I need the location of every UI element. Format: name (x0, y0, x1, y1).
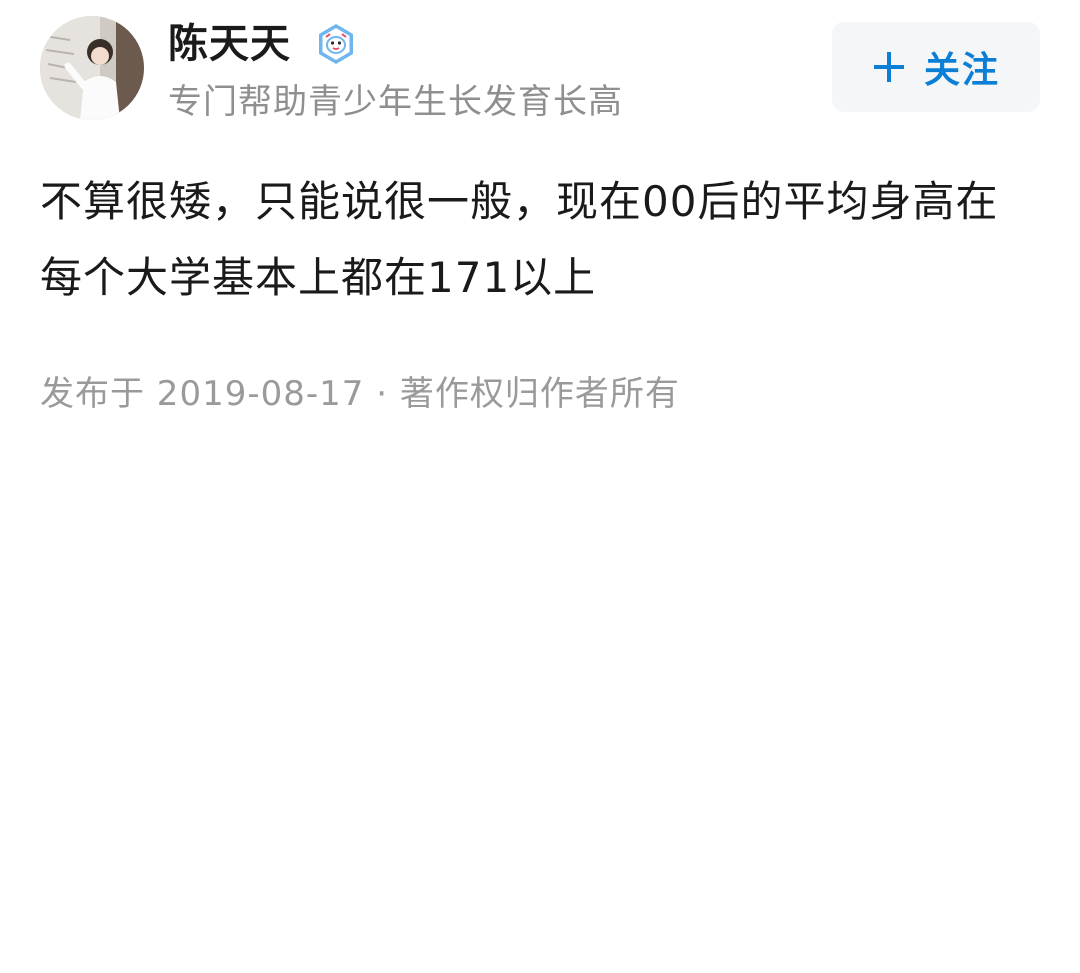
answer-header: 陈天天 专门帮助青少年生长发育长高 关注 (0, 0, 1080, 140)
author-name[interactable]: 陈天天 (168, 18, 291, 70)
avatar-photo-icon (40, 16, 144, 120)
author-bio: 专门帮助青少年生长发育长高 (168, 82, 623, 122)
answer-content: 不算很矮，只能说很一般，现在00后的平均身高在每个大学基本上都在171以上 (40, 177, 999, 302)
follow-button-label: 关注 (923, 50, 1000, 91)
copyright-notice: 著作权归作者所有 (399, 374, 680, 414)
follow-button[interactable]: 关注 (832, 22, 1040, 112)
publish-date: 发布于 2019-08-17 (40, 374, 365, 414)
verified-badge-icon (319, 24, 353, 64)
author-avatar[interactable] (40, 16, 144, 120)
meta-separator: · (376, 374, 389, 414)
answer-meta: 发布于 2019-08-17 · 著作权归作者所有 (40, 368, 680, 420)
plus-icon (873, 52, 904, 82)
